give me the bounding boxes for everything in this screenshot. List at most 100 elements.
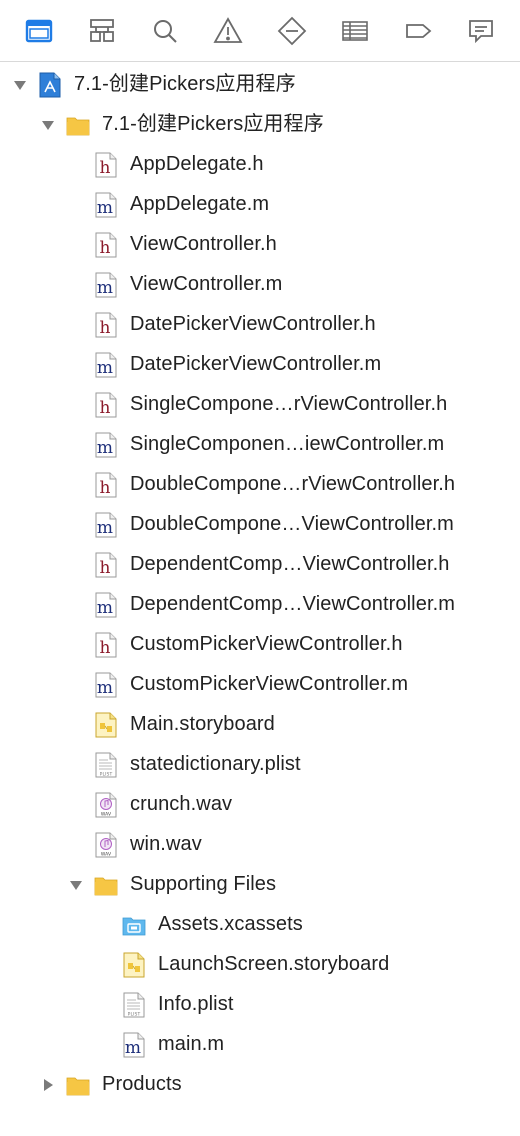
header-file-icon: h xyxy=(94,312,118,338)
objc-file-icon: m xyxy=(94,352,118,378)
svg-text:m: m xyxy=(97,438,113,458)
breakpoint-navigator-icon[interactable] xyxy=(401,14,435,48)
tree-row-label: AppDelegate.m xyxy=(130,193,270,215)
tree-row[interactable]: m ViewController.m xyxy=(0,264,520,304)
test-navigator-icon[interactable] xyxy=(275,14,309,48)
tree-row-label: main.m xyxy=(158,1033,225,1055)
tree-row-label: DoubleCompone…rViewController.h xyxy=(130,473,456,495)
svg-text:h: h xyxy=(99,638,110,658)
svg-text:h: h xyxy=(99,318,110,338)
disclosure-open-icon[interactable] xyxy=(68,876,84,892)
tree-row[interactable]: h DependentComp…ViewController.h xyxy=(0,544,520,584)
tree-row[interactable]: h CustomPickerViewController.h xyxy=(0,624,520,664)
tree-row[interactable]: Assets.xcassets xyxy=(0,904,520,944)
folder-icon xyxy=(94,872,118,898)
audio-file-icon: WAV xyxy=(94,792,118,818)
plist-file-icon: PLIST xyxy=(94,752,118,778)
tree-row-label: DatePickerViewController.h xyxy=(130,313,376,335)
tree-row[interactable]: h AppDelegate.h xyxy=(0,144,520,184)
tree-row-label: 7.1-创建Pickers应用程序 xyxy=(102,113,324,135)
tree-row[interactable]: m DependentComp…ViewController.m xyxy=(0,584,520,624)
tree-row-label: SingleComponen…iewController.m xyxy=(130,433,445,455)
tree-row-label: Products xyxy=(102,1073,182,1095)
svg-text:m: m xyxy=(97,598,113,618)
objc-file-icon: m xyxy=(94,672,118,698)
tree-row[interactable]: 7.1-创建Pickers应用程序 xyxy=(0,64,520,104)
debug-navigator-icon[interactable] xyxy=(338,14,372,48)
tree-row-label: SingleCompone…rViewController.h xyxy=(130,393,448,415)
svg-text:h: h xyxy=(99,478,110,498)
tree-row-label: DoubleCompone…ViewController.m xyxy=(130,513,454,535)
svg-text:m: m xyxy=(97,278,113,298)
tree-row-label: statedictionary.plist xyxy=(130,753,301,775)
tree-row-label: ViewController.h xyxy=(130,233,277,255)
tree-row[interactable]: Products xyxy=(0,1064,520,1104)
svg-text:PLIST: PLIST xyxy=(128,1012,141,1018)
svg-text:PLIST: PLIST xyxy=(100,772,113,778)
disclosure-open-icon[interactable] xyxy=(40,116,56,132)
tree-row[interactable]: h DatePickerViewController.h xyxy=(0,304,520,344)
tree-row[interactable]: m SingleComponen…iewController.m xyxy=(0,424,520,464)
tree-row[interactable]: m AppDelegate.m xyxy=(0,184,520,224)
svg-text:h: h xyxy=(99,158,110,178)
tree-row-label: Supporting Files xyxy=(130,873,277,895)
objc-file-icon: m xyxy=(94,192,118,218)
tree-row[interactable]: m DatePickerViewController.m xyxy=(0,344,520,384)
svg-text:m: m xyxy=(97,678,113,698)
tree-row[interactable]: PLIST statedictionary.plist xyxy=(0,744,520,784)
tree-row-label: Assets.xcassets xyxy=(158,913,303,935)
folder-icon xyxy=(66,1072,90,1098)
audio-file-icon: WAV xyxy=(94,832,118,858)
tree-row[interactable]: m DoubleCompone…ViewController.m xyxy=(0,504,520,544)
svg-text:h: h xyxy=(99,558,110,578)
tree-row-label: LaunchScreen.storyboard xyxy=(158,953,390,975)
header-file-icon: h xyxy=(94,552,118,578)
issue-navigator-icon[interactable] xyxy=(211,14,245,48)
disclosure-open-icon[interactable] xyxy=(12,76,28,92)
navigator-toolbar xyxy=(0,0,520,62)
tree-row-label: DatePickerViewController.m xyxy=(130,353,382,375)
tree-row-label: ViewController.m xyxy=(130,273,283,295)
tree-row-label: AppDelegate.h xyxy=(130,153,264,175)
disclosure-closed-icon[interactable] xyxy=(40,1076,56,1092)
folder-icon xyxy=(66,112,90,138)
tree-row-label: 7.1-创建Pickers应用程序 xyxy=(74,73,296,95)
header-file-icon: h xyxy=(94,232,118,258)
svg-text:WAV: WAV xyxy=(101,852,112,858)
tree-row[interactable]: LaunchScreen.storyboard xyxy=(0,944,520,984)
svg-text:m: m xyxy=(97,358,113,378)
tree-row[interactable]: m main.m xyxy=(0,1024,520,1064)
tree-row[interactable]: h ViewController.h xyxy=(0,224,520,264)
project-navigator-icon[interactable] xyxy=(22,14,56,48)
tree-row[interactable]: 7.1-创建Pickers应用程序 xyxy=(0,104,520,144)
tree-row[interactable]: WAV win.wav xyxy=(0,824,520,864)
tree-row-label: win.wav xyxy=(130,833,202,855)
tree-row[interactable]: PLIST Info.plist xyxy=(0,984,520,1024)
tree-row[interactable]: m CustomPickerViewController.m xyxy=(0,664,520,704)
svg-text:h: h xyxy=(99,238,110,258)
tree-row-label: Main.storyboard xyxy=(130,713,275,735)
objc-file-icon: m xyxy=(94,272,118,298)
tree-row[interactable]: Supporting Files xyxy=(0,864,520,904)
asset-catalog-icon xyxy=(122,912,146,938)
svg-text:WAV: WAV xyxy=(101,812,112,818)
find-navigator-icon[interactable] xyxy=(148,14,182,48)
report-navigator-icon[interactable] xyxy=(464,14,498,48)
objc-file-icon: m xyxy=(94,512,118,538)
tree-row-label: CustomPickerViewController.m xyxy=(130,673,409,695)
tree-row[interactable]: WAV crunch.wav xyxy=(0,784,520,824)
svg-text:m: m xyxy=(125,1038,141,1058)
header-file-icon: h xyxy=(94,472,118,498)
tree-row-label: DependentComp…ViewController.m xyxy=(130,593,456,615)
header-file-icon: h xyxy=(94,632,118,658)
objc-file-icon: m xyxy=(94,432,118,458)
tree-row-label: crunch.wav xyxy=(130,793,233,815)
tree-row[interactable]: Main.storyboard xyxy=(0,704,520,744)
header-file-icon: h xyxy=(94,152,118,178)
tree-row[interactable]: h SingleCompone…rViewController.h xyxy=(0,384,520,424)
storyboard-file-icon xyxy=(122,952,146,978)
symbol-navigator-icon[interactable] xyxy=(85,14,119,48)
svg-text:m: m xyxy=(97,198,113,218)
tree-row-label: CustomPickerViewController.h xyxy=(130,633,403,655)
tree-row[interactable]: h DoubleCompone…rViewController.h xyxy=(0,464,520,504)
